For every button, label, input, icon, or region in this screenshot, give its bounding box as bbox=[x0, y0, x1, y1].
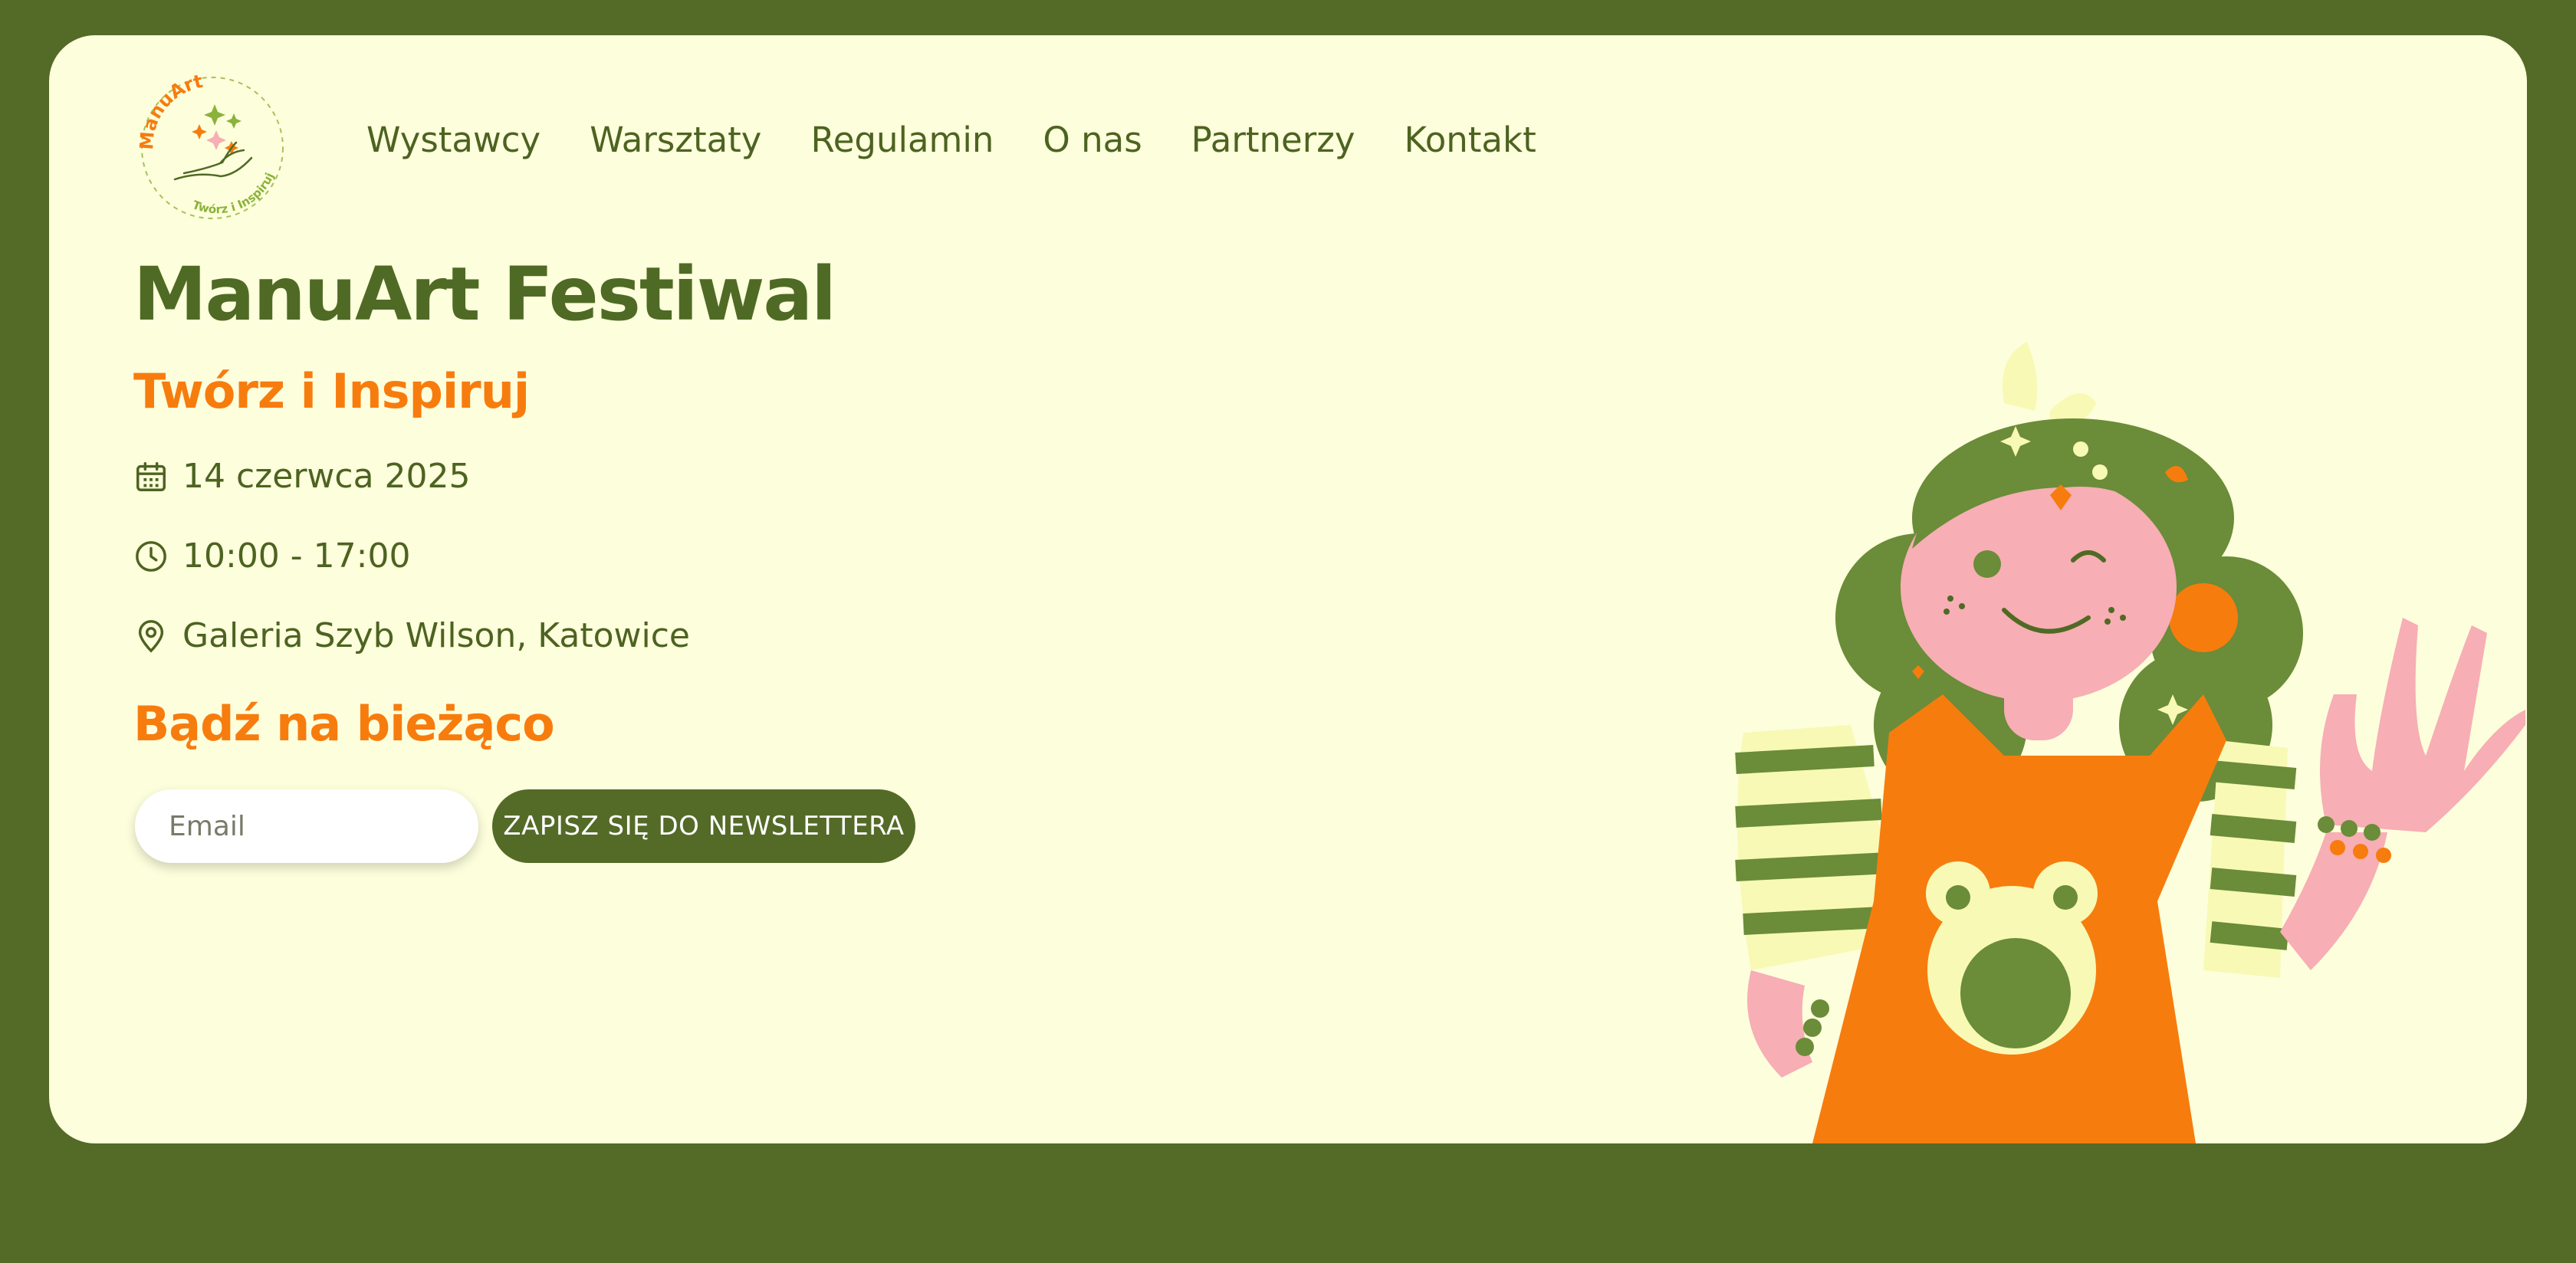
nav-item-o-nas[interactable]: O nas bbox=[1043, 120, 1142, 160]
page-subtitle: Twórz i Inspiruj bbox=[133, 363, 530, 419]
event-time-text: 10:00 - 17:00 bbox=[182, 536, 411, 576]
event-date-text: 14 czerwca 2025 bbox=[182, 457, 471, 496]
clock-icon bbox=[136, 540, 166, 572]
map-pin-icon bbox=[138, 619, 164, 653]
newsletter-subscribe-button[interactable]: ZAPISZ SIĘ DO NEWSLETTERA bbox=[492, 789, 915, 863]
nav-item-warsztaty[interactable]: Warsztaty bbox=[590, 120, 761, 160]
email-input[interactable] bbox=[135, 789, 478, 863]
nav-item-partnerzy[interactable]: Partnerzy bbox=[1191, 120, 1355, 160]
svg-text:Twórz i Inspiruj: Twórz i Inspiruj bbox=[190, 171, 277, 217]
girl-illustration bbox=[1735, 342, 2525, 1143]
event-location: Galeria Szyb Wilson, Katowice bbox=[133, 616, 690, 655]
page-title: ManuArt Festiwal bbox=[133, 251, 836, 337]
event-time: 10:00 - 17:00 bbox=[133, 536, 410, 576]
event-location-text: Galeria Szyb Wilson, Katowice bbox=[182, 616, 690, 655]
nav-item-wystawcy[interactable]: Wystawcy bbox=[366, 120, 540, 160]
newsletter-title: Bądź na bieżąco bbox=[133, 696, 555, 752]
svg-text:ManuArt: ManuArt bbox=[136, 71, 205, 151]
manuart-logo[interactable]: ManuArt Twórz i Inspiruj bbox=[130, 66, 294, 230]
calendar-icon bbox=[136, 461, 166, 491]
nav-item-kontakt[interactable]: Kontakt bbox=[1404, 120, 1536, 160]
event-date: 14 czerwca 2025 bbox=[133, 457, 471, 496]
main-nav: Wystawcy Warsztaty Regulamin O nas Partn… bbox=[366, 120, 1585, 160]
nav-item-regulamin[interactable]: Regulamin bbox=[810, 120, 994, 160]
hero-card: ManuArt Twórz i Inspiruj Wystawcy Warszt… bbox=[49, 35, 2527, 1143]
